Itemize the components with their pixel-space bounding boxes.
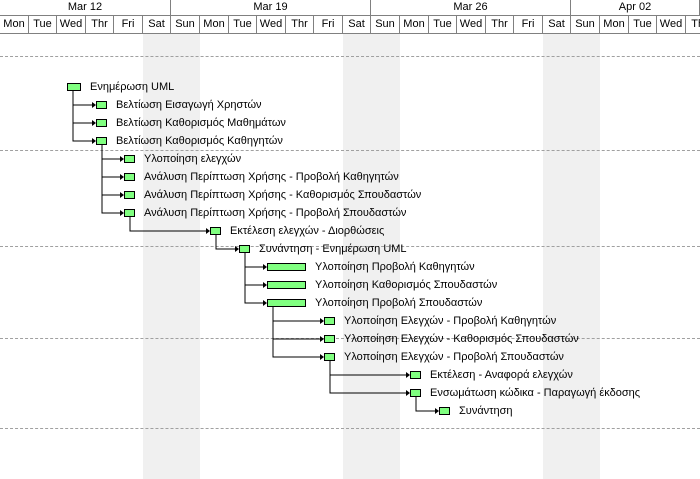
task-label[interactable]: Ανάλυση Περίπτωση Χρήσης - Προβολή Καθηγ…: [144, 171, 399, 184]
gantt-chart: Mar 12 Mar 19 Mar 26 Apr 02 Mon Tue Wed Thr Fri…: [0, 0, 700, 479]
dependency-link: [101, 145, 123, 178]
task-bar[interactable]: [267, 299, 306, 307]
dependency-link: [72, 91, 95, 142]
task-label[interactable]: Ανάλυση Περίπτωση Χρήσης - Προβολή Σπουδ…: [144, 207, 406, 220]
task-bar[interactable]: [124, 191, 135, 199]
dependency-link: [329, 361, 409, 394]
task-label[interactable]: Εκτέλεση - Αναφορά ελεγχών: [430, 369, 573, 382]
dependency-link: [101, 145, 123, 196]
task-label[interactable]: Ενσωμάτωση κώδικα - Παραγωγή έκδοσης: [430, 387, 640, 400]
dependency-link: [272, 307, 323, 358]
task-bar[interactable]: [67, 83, 81, 91]
task-bar[interactable]: [124, 173, 135, 181]
task-bar[interactable]: [324, 317, 335, 325]
task-label[interactable]: Βελτίωση Καθορισμός Καθηγητών: [116, 135, 283, 148]
task-label[interactable]: Ανάλυση Περίπτωση Χρήσης - Καθορισμός Σπ…: [144, 189, 421, 202]
task-bar[interactable]: [210, 227, 221, 235]
dependency-link: [244, 253, 266, 286]
task-bar[interactable]: [267, 263, 306, 271]
task-bar[interactable]: [267, 281, 306, 289]
task-label[interactable]: Υλοποίηση ελεγχών: [144, 153, 241, 166]
task-bar[interactable]: [239, 245, 250, 253]
task-bar[interactable]: [124, 155, 135, 163]
task-label[interactable]: Συνάντηση: [459, 405, 513, 418]
dependency-link: [244, 253, 266, 304]
task-label[interactable]: Υλοποίηση Ελεγχών - Καθορισμός Σπουδαστώ…: [344, 333, 579, 346]
task-bar[interactable]: [324, 353, 335, 361]
task-label[interactable]: Ενημέρωση UML: [90, 81, 174, 94]
dependency-link: [101, 145, 123, 214]
task-label[interactable]: Υλοποίηση Προβολή Καθηγητών: [315, 261, 475, 274]
task-label[interactable]: Συνάντηση - Ενημέρωση UML: [259, 243, 407, 256]
task-label[interactable]: Υλοποίηση Ελεγχών - Προβολή Σπουδαστών: [344, 351, 564, 364]
task-bar[interactable]: [410, 371, 421, 379]
task-bar[interactable]: [96, 101, 107, 109]
dependency-link: [272, 307, 323, 340]
task-bar[interactable]: [96, 119, 107, 127]
task-bar[interactable]: [439, 407, 450, 415]
task-label[interactable]: Βελτίωση Καθορισμός Μαθημάτων: [116, 117, 286, 130]
task-label[interactable]: Υλοποίηση Καθορισμός Σπουδαστών: [315, 279, 497, 292]
task-label[interactable]: Εκτέλεση ελεγχών - Διορθώσεις: [230, 225, 384, 238]
dependency-link: [72, 91, 95, 124]
task-bar[interactable]: [96, 137, 107, 145]
task-bar[interactable]: [124, 209, 135, 217]
dependency-links: [72, 91, 439, 414]
task-label[interactable]: Βελτίωση Εισαγωγή Χρηστών: [116, 99, 262, 112]
task-label[interactable]: Υλοποίηση Ελεγχών - Προβολή Καθηγητών: [344, 315, 556, 328]
task-bar[interactable]: [410, 389, 421, 397]
task-bar[interactable]: [324, 335, 335, 343]
task-label[interactable]: Υλοποίηση Προβολή Σπουδαστών: [315, 297, 482, 310]
